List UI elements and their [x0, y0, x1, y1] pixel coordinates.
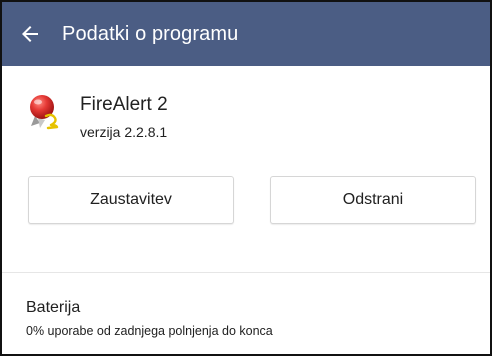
- battery-section[interactable]: Baterija 0% uporabe od zadnjega polnjenj…: [2, 273, 490, 354]
- battery-usage-text: 0% uporabe od zadnjega polnjenja do konc…: [26, 324, 273, 338]
- app-name: FireAlert 2: [80, 94, 168, 115]
- force-stop-button[interactable]: Zaustavitev: [28, 176, 234, 224]
- app-header: FireAlert 2 verzija 2.2.8.1: [2, 66, 490, 162]
- battery-title: Baterija: [26, 299, 81, 316]
- firealert-app-icon: [30, 95, 59, 130]
- arrow-left-icon: [22, 26, 38, 42]
- page-title: Podatki o programu: [62, 22, 239, 45]
- app-bar: Podatki o programu: [2, 2, 490, 66]
- uninstall-button[interactable]: Odstrani: [270, 176, 476, 224]
- app-info-screen: Podatki o programu FireAlert 2 verzija 2…: [0, 0, 492, 356]
- back-button[interactable]: [2, 2, 58, 66]
- app-version: verzija 2.2.8.1: [80, 124, 168, 140]
